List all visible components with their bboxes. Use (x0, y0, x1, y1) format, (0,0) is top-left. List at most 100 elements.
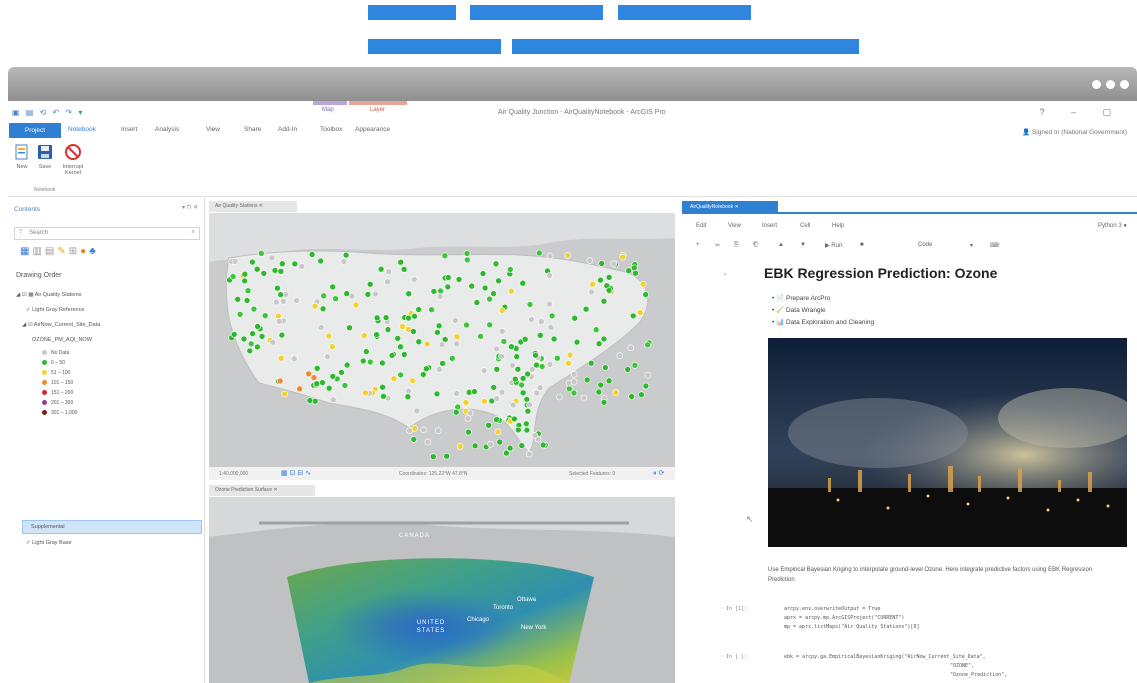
station-point[interactable] (385, 268, 392, 276)
station-point[interactable] (249, 258, 256, 266)
station-point[interactable] (550, 335, 558, 343)
station-point[interactable] (298, 263, 306, 270)
station-point[interactable] (275, 312, 282, 320)
station-point[interactable] (311, 302, 319, 310)
station-point[interactable] (325, 384, 333, 392)
toc-item[interactable]: • 🧹 Data Wrangle (772, 306, 826, 314)
tab-add-in[interactable]: Add-In (278, 126, 297, 133)
station-point[interactable] (600, 297, 608, 305)
layer-item[interactable]: ✓ Light Gray Base (26, 540, 72, 546)
station-point[interactable] (479, 270, 487, 277)
contents-toolbar[interactable]: ▦▥▤✎⊞●♣ (20, 246, 99, 257)
station-point[interactable] (332, 295, 339, 302)
quick-access-toolbar[interactable]: ▣ ▤ ⟲ ↶ ↷ ▾ (12, 108, 84, 117)
station-point[interactable] (508, 343, 515, 350)
station-point[interactable] (413, 407, 421, 415)
station-point[interactable] (490, 384, 498, 391)
station-point[interactable] (436, 293, 444, 300)
station-point[interactable] (526, 301, 534, 308)
tab-view[interactable]: View (206, 126, 220, 133)
station-point[interactable] (536, 384, 544, 391)
station-point[interactable] (273, 298, 280, 306)
station-point[interactable] (258, 333, 266, 340)
kernel-indicator[interactable]: Python 3 ● (1098, 223, 1127, 229)
station-point[interactable] (638, 391, 645, 398)
station-point[interactable] (388, 352, 396, 359)
station-point[interactable] (532, 352, 539, 359)
station-point[interactable] (565, 360, 572, 367)
station-point[interactable] (628, 393, 635, 400)
map-view-tab[interactable]: Ozone Prediction Surface ✕ (209, 485, 315, 496)
station-point[interactable] (547, 324, 555, 331)
station-point[interactable] (556, 393, 563, 401)
station-point[interactable] (480, 367, 488, 374)
station-point[interactable] (493, 345, 500, 353)
station-point[interactable] (462, 399, 470, 406)
station-point[interactable] (329, 283, 336, 291)
menu-edit[interactable]: Edit (696, 223, 706, 229)
station-point[interactable] (589, 280, 596, 288)
station-point[interactable] (439, 360, 446, 367)
station-point[interactable] (521, 336, 529, 343)
charts-icon[interactable]: ♣ (89, 246, 99, 257)
list-by-source-icon[interactable]: ▥ (32, 246, 44, 257)
station-point[interactable] (481, 398, 488, 405)
station-point[interactable] (277, 354, 285, 362)
station-point[interactable] (498, 353, 506, 360)
window-dot-icon[interactable] (1092, 80, 1101, 89)
station-point[interactable] (397, 258, 404, 266)
station-point[interactable] (340, 258, 348, 265)
run-button[interactable]: ▶ Run (825, 242, 842, 249)
station-point[interactable] (571, 314, 579, 322)
station-point[interactable] (602, 364, 609, 371)
cell-type-select[interactable]: Code (918, 242, 932, 248)
station-point[interactable] (231, 257, 239, 265)
station-point[interactable] (531, 432, 539, 439)
code-line[interactable]: "Ozone_Prediction", (950, 672, 1007, 678)
station-point[interactable] (523, 396, 531, 403)
station-point[interactable] (518, 442, 526, 449)
toc-link[interactable]: Data Exploration and Cleaning (786, 319, 874, 326)
station-point[interactable] (625, 267, 633, 275)
layer-item[interactable]: ✓ Light Gray Reference (26, 307, 84, 313)
station-point[interactable] (553, 354, 561, 362)
station-point[interactable] (524, 407, 532, 415)
station-point[interactable] (526, 401, 533, 409)
station-point[interactable] (566, 351, 574, 359)
station-point[interactable] (390, 375, 398, 382)
station-point[interactable] (477, 333, 484, 340)
station-point[interactable] (639, 280, 647, 288)
station-point[interactable] (268, 254, 276, 262)
station-point[interactable] (397, 343, 404, 351)
station-point[interactable] (486, 295, 493, 303)
tab-analysis[interactable]: Analysis (155, 126, 179, 133)
labeling-icon[interactable]: ● (80, 246, 89, 257)
station-point[interactable] (538, 363, 546, 370)
station-point[interactable] (598, 260, 606, 267)
station-point[interactable] (274, 284, 281, 292)
station-point[interactable] (453, 390, 460, 397)
station-point[interactable] (277, 291, 284, 298)
station-point[interactable] (632, 269, 639, 277)
interrupt-kernel-button[interactable]: Interrupt Kernel (60, 143, 86, 176)
snapping-icon[interactable]: ⊞ (69, 246, 80, 257)
station-point[interactable] (276, 377, 284, 385)
station-point[interactable] (509, 362, 516, 369)
toc-item[interactable]: • 📊 Data Exploration and Cleaning (772, 318, 874, 326)
station-point[interactable] (493, 395, 501, 402)
station-point[interactable] (410, 276, 418, 283)
station-point[interactable] (240, 335, 248, 343)
pane-controls[interactable]: ▾ ⊓ ✕ (182, 204, 198, 211)
paste-cell-button[interactable]: ⎗ (753, 242, 758, 249)
sign-in-status[interactable]: 👤 Signed In (National Government) (1022, 128, 1127, 136)
station-point[interactable] (597, 381, 605, 389)
save-button[interactable]: Save (34, 143, 56, 170)
station-point[interactable] (511, 375, 519, 383)
station-point[interactable] (405, 290, 412, 297)
tab-share[interactable]: Share (244, 126, 261, 133)
station-point[interactable] (610, 260, 618, 268)
station-point[interactable] (367, 358, 374, 366)
station-point[interactable] (384, 278, 391, 286)
station-point[interactable] (452, 317, 459, 324)
station-point[interactable] (338, 369, 345, 376)
